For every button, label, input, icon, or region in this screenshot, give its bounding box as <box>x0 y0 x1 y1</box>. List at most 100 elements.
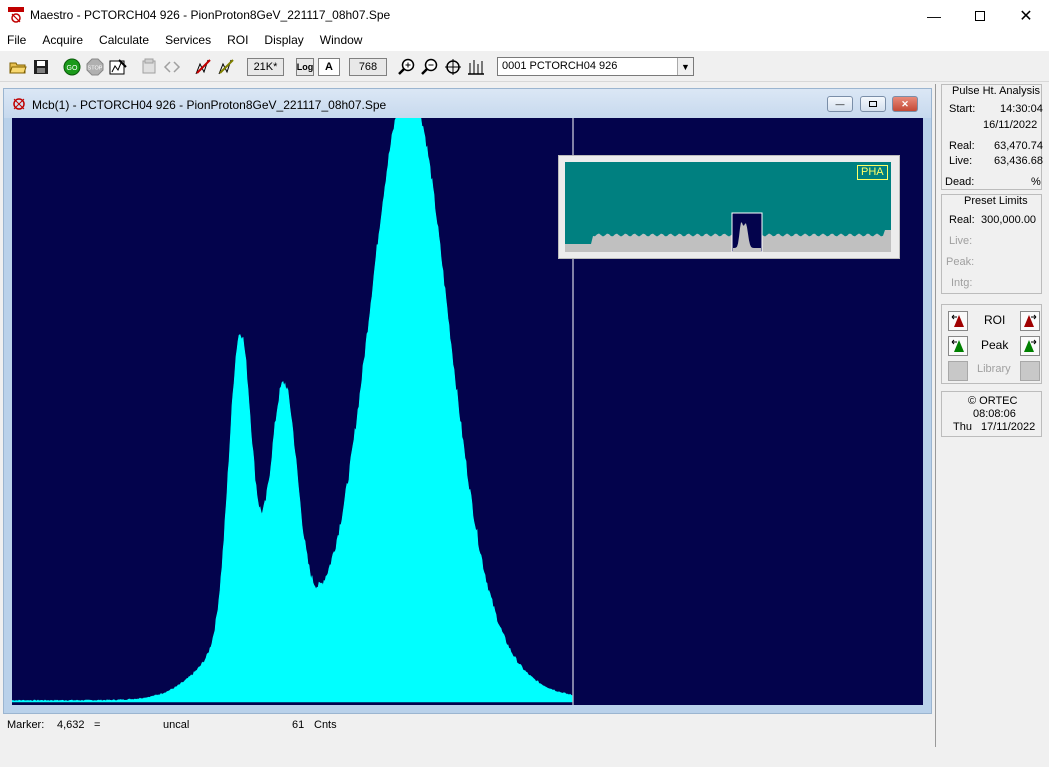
library-next-button[interactable] <box>1020 361 1040 381</box>
menu-roi[interactable]: ROI <box>219 31 256 51</box>
spectrum-minimize-button[interactable]: — <box>827 96 853 112</box>
clear-icon <box>109 59 127 75</box>
spectrum-close-button[interactable]: ✕ <box>892 96 918 112</box>
ortec-copyright: © ORTEC <box>968 395 1018 407</box>
library-nav-label: Library <box>977 363 1011 375</box>
roi-mark-icon <box>195 59 211 75</box>
copy-buffer-button[interactable] <box>139 57 159 77</box>
real-label: Real: <box>949 140 975 152</box>
dead-unit: % <box>1031 176 1041 188</box>
stop-icon: STOP <box>86 58 104 76</box>
chevron-down-icon[interactable]: ▼ <box>677 58 693 75</box>
open-folder-icon <box>9 62 27 74</box>
pha-badge: PHA <box>857 165 888 180</box>
close-button[interactable]: ✕ <box>1003 0 1049 31</box>
zoom-in-button[interactable] <box>397 57 417 77</box>
spectrum-window-titlebar[interactable]: Mcb(1) - PCTORCH04 926 - PionProton8GeV_… <box>4 89 931 118</box>
overview-window[interactable]: PHA <box>558 155 900 259</box>
minimize-button[interactable]: — <box>911 0 957 31</box>
preset-live-label: Live: <box>949 235 973 247</box>
window-title: Maestro - PCTORCH04 926 - PionProton8GeV… <box>30 8 391 22</box>
minimize-icon: — <box>927 7 941 24</box>
roi-prev-button[interactable] <box>948 311 968 331</box>
center-button[interactable] <box>443 57 463 77</box>
roi-mark-button[interactable] <box>193 57 213 77</box>
zoom-in-icon <box>398 58 415 75</box>
roi-unmark-button[interactable] <box>216 57 236 77</box>
menu-acquire[interactable]: Acquire <box>34 31 91 51</box>
log-button[interactable]: Log <box>296 58 314 76</box>
detector-select[interactable]: 0001 PCTORCH04 926 ▼ <box>497 57 694 76</box>
start-label: Start: <box>949 103 976 115</box>
clear-button[interactable] <box>108 57 128 77</box>
overview-plot[interactable]: PHA <box>565 162 891 252</box>
save-button[interactable] <box>31 57 51 77</box>
library-prev-button[interactable] <box>948 361 968 381</box>
marker-energy: uncal <box>163 719 190 731</box>
marker-equals: = <box>94 719 101 731</box>
preset-group: Preset Limits Real: 300,000.00 Live: Pea… <box>941 194 1042 294</box>
preset-real-label: Real: <box>949 214 975 226</box>
roi-unmark-icon <box>218 59 234 75</box>
marker-channel: 4,632 <box>57 719 85 731</box>
save-icon <box>34 60 48 74</box>
marker-label: Marker: <box>7 719 45 731</box>
preset-title: Preset Limits <box>964 195 1028 207</box>
open-folder-button[interactable] <box>8 57 28 77</box>
marker-counts-unit: Cnts <box>314 719 337 731</box>
baseline-zoom-button[interactable] <box>466 57 486 77</box>
menu-bar: File Acquire Calculate Services ROI Disp… <box>0 31 1049 51</box>
minimize-icon: — <box>835 99 845 109</box>
copy-buffer-icon <box>142 58 156 74</box>
live-label: Live: <box>949 155 973 167</box>
peak-next-icon <box>1024 339 1037 352</box>
live-value: 63,436.68 <box>994 155 1043 167</box>
status-bar: Marker: 4,632 = uncal 61 Cnts <box>0 716 935 738</box>
nav-group: ROI Peak Library <box>941 304 1042 384</box>
preset-peak-label: Peak: <box>946 256 975 268</box>
close-icon: ✕ <box>1019 7 1033 25</box>
overview-fill <box>565 230 891 252</box>
menu-file[interactable]: File <box>0 31 34 51</box>
detector-buffer-icon <box>163 61 181 73</box>
clock-time: 08:08:06 <box>973 408 1016 420</box>
svg-text:STOP: STOP <box>88 66 103 72</box>
spectrum-maximize-button[interactable] <box>860 96 886 112</box>
peak-next-button[interactable] <box>1020 336 1040 356</box>
menu-display[interactable]: Display <box>256 31 311 51</box>
spectrum-window-title: Mcb(1) - PCTORCH04 926 - PionProton8GeV_… <box>32 98 387 112</box>
maximize-button[interactable] <box>957 0 1003 31</box>
peak-nav-label: Peak <box>981 338 1009 352</box>
peak-prev-button[interactable] <box>948 336 968 356</box>
zoom-out-button[interactable] <box>420 57 440 77</box>
svg-text:GO: GO <box>67 65 78 72</box>
overview-svg <box>565 212 891 252</box>
auto-scale-button[interactable]: A <box>318 58 340 76</box>
start-date: 16/11/2022 <box>983 119 1038 131</box>
go-icon: GO <box>63 58 81 76</box>
clock-date: 17/11/2022 <box>981 421 1036 433</box>
roi-prev-icon <box>951 314 964 327</box>
roi-next-button[interactable] <box>1020 311 1040 331</box>
go-button[interactable]: GO <box>62 57 82 77</box>
menu-services[interactable]: Services <box>157 31 219 51</box>
stop-button[interactable]: STOP <box>85 57 105 77</box>
pha-title: Pulse Ht. Analysis <box>952 85 1041 97</box>
clock-group: © ORTEC 08:08:06 Thu 17/11/2022 <box>941 391 1042 437</box>
start-time: 14:30:04 <box>1000 103 1043 115</box>
menu-calculate[interactable]: Calculate <box>91 31 157 51</box>
roi-next-icon <box>1024 314 1037 327</box>
center-icon <box>445 59 461 75</box>
restore-icon <box>869 101 877 107</box>
menu-window[interactable]: Window <box>312 31 371 51</box>
maximize-icon <box>975 10 985 21</box>
detector-buffer-button[interactable] <box>162 57 182 77</box>
roi-nav-label: ROI <box>984 313 1006 327</box>
ortec-app-icon[interactable] <box>8 7 24 23</box>
horizontal-scale-box[interactable]: 768 <box>349 58 387 76</box>
baseline-zoom-icon <box>468 60 484 75</box>
spectrum-fill <box>12 118 573 703</box>
detector-select-value: 0001 PCTORCH04 926 <box>502 60 618 72</box>
fullscale-button[interactable]: 21K* <box>247 58 284 76</box>
preset-real-value: 300,000.00 <box>981 214 1037 226</box>
